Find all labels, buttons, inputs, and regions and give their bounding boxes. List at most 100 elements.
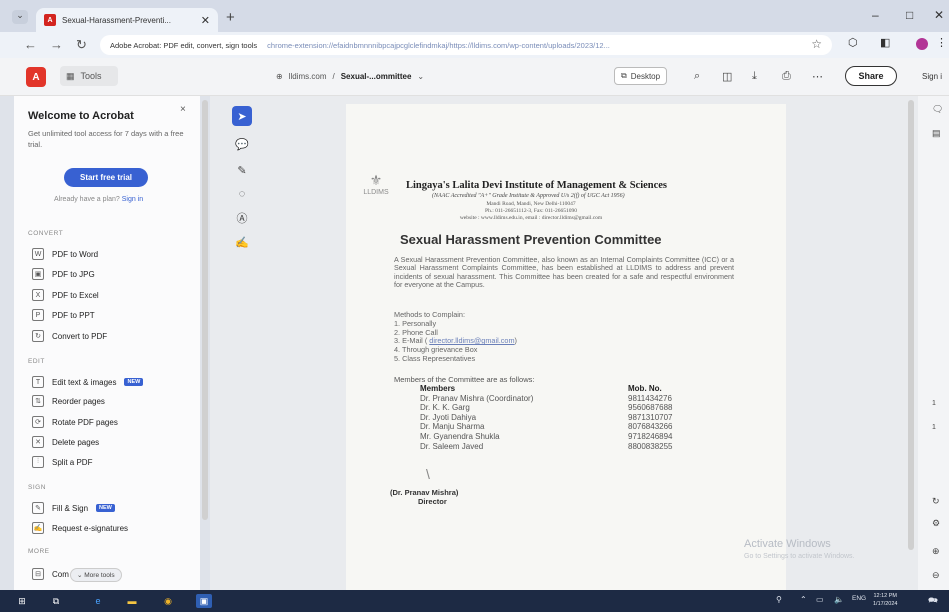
panel-close-icon[interactable]: × — [180, 104, 186, 115]
file-explorer-icon[interactable]: ▬ — [124, 594, 140, 608]
reload-button[interactable]: ↻ — [76, 37, 87, 53]
highlight-pen-icon[interactable]: ✎ — [232, 160, 252, 180]
forward-button[interactable]: → — [50, 37, 63, 52]
add-text-icon[interactable]: Ⓐ — [232, 208, 252, 228]
page-view-icon[interactable]: ◫ — [722, 70, 732, 83]
zoom-out-icon[interactable]: ⊖ — [932, 570, 940, 581]
fill-sign-icon[interactable]: ✍ — [232, 232, 252, 252]
tool-request-esignatures[interactable]: ✍ Request e-signatures — [32, 522, 128, 534]
select-cursor-icon[interactable]: ➤ — [232, 106, 252, 126]
tab-search-button[interactable]: ⌄ — [12, 10, 28, 24]
breadcrumb-site[interactable]: lldims.com — [289, 72, 327, 81]
refresh-icon[interactable]: ↻ — [932, 496, 940, 507]
quick-tools-bar: ➤ 💬 ✎ ◌ Ⓐ ✍ — [228, 102, 256, 252]
tool-compress[interactable]: ⊟ Com — [32, 568, 69, 580]
panel-scrollbar[interactable] — [202, 100, 208, 520]
tool-delete-pages[interactable]: ✕ Delete pages — [32, 436, 99, 448]
windows-taskbar: ⊞ ⧉ e ▬ ◉ ▣ ⚲ ⌃ ▭ 🔈 ENG 12:12 PM 1/17/20… — [0, 590, 949, 612]
sign-in-link[interactable]: Sign in — [122, 196, 143, 203]
zoom-in-icon[interactable]: ⊕ — [932, 546, 940, 557]
more-options-icon[interactable]: ⋯ — [812, 70, 823, 83]
page-current-number[interactable]: 1 — [932, 400, 936, 407]
tool-split-pdf[interactable]: ⫶ Split a PDF — [32, 456, 92, 468]
more-tools-button[interactable]: ⌄ More tools — [70, 568, 122, 582]
language-indicator[interactable]: ENG — [852, 595, 866, 602]
email-link[interactable]: director.lldims@gmail.com — [429, 336, 514, 345]
logo-text: LLDIMS — [363, 189, 389, 196]
members-table: Members Mob. No. Dr. Pranav Mishra (Coor… — [420, 384, 708, 451]
notifications-icon[interactable]: 🗪 — [928, 595, 938, 609]
tray-chevron-icon[interactable]: ⌃ — [800, 595, 807, 604]
tools-button[interactable]: ▦ Tools — [60, 66, 118, 86]
globe-icon: ⊕ — [276, 72, 283, 81]
more-tools-label: More tools — [84, 572, 115, 579]
browser-tab[interactable]: A Sexual-Harassment-Preventi... ✕ — [36, 8, 218, 32]
institute-address: Mandi Road, Mandi, New Delhi-110047 — [486, 201, 576, 207]
document-scrollbar[interactable] — [908, 100, 914, 550]
new-tab-button[interactable]: + — [226, 9, 235, 26]
maximize-button[interactable]: □ — [906, 8, 913, 22]
sign-in-link[interactable]: Sign i — [922, 72, 942, 81]
tool-reorder-pages[interactable]: ⇅ Reorder pages — [32, 395, 105, 407]
signature-block: (Dr. Pranav Mishra) Director — [390, 488, 458, 506]
extensions-icon[interactable]: ⬡ — [848, 36, 858, 49]
download-icon[interactable]: ⤓ — [752, 70, 757, 83]
comments-panel-icon[interactable]: 🗨 — [932, 104, 943, 115]
tool-rotate-pages[interactable]: ⟳ Rotate PDF pages — [32, 416, 118, 428]
volume-icon[interactable]: 🔈 — [834, 595, 844, 604]
edge-browser-icon[interactable]: e — [90, 594, 106, 608]
tool-pdf-to-excel[interactable]: X PDF to Excel — [32, 289, 99, 301]
thumbnails-panel-icon[interactable]: ▤ — [932, 128, 941, 139]
have-plan-text: Already have a plan? Sign in — [54, 196, 143, 203]
profile-avatar[interactable] — [916, 38, 928, 50]
people-icon[interactable]: ⚲ — [776, 595, 782, 604]
tab-close-icon[interactable]: ✕ — [201, 14, 210, 27]
tool-edit-text-images[interactable]: T Edit text & images NEW — [32, 376, 144, 388]
site-label: Adobe Acrobat: PDF edit, convert, sign t… — [110, 40, 258, 50]
search-icon[interactable]: ⌕ — [694, 70, 700, 83]
system-clock[interactable]: 12:12 PM 1/17/2024 — [873, 592, 897, 608]
breadcrumb-file[interactable]: Sexual-...ommittee — [341, 72, 412, 81]
have-plan-label: Already have a plan? — [54, 196, 120, 203]
tool-label: Com — [52, 569, 69, 579]
network-icon[interactable]: ▭ — [816, 595, 824, 604]
signer-role: Director — [418, 497, 447, 506]
table-header: Members Mob. No. — [420, 384, 708, 394]
page-settings-icon[interactable]: ⚙ — [932, 518, 940, 529]
open-in-desktop-button[interactable]: ⧉ Desktop — [614, 67, 668, 85]
tool-fill-sign[interactable]: ✎ Fill & Sign NEW — [32, 502, 115, 514]
table-row: Dr. Jyoti Dahiya 9871310707 — [420, 413, 708, 423]
delete-pages-icon: ✕ — [32, 436, 44, 448]
window-close-button[interactable]: ✕ — [934, 8, 944, 22]
sidebar-toggle-icon[interactable]: ◧ — [880, 36, 890, 49]
tool-pdf-to-ppt[interactable]: P PDF to PPT — [32, 309, 95, 321]
members-intro: Members of the Committee are as follows: — [394, 375, 535, 384]
start-free-trial-button[interactable]: Start free trial — [64, 168, 148, 187]
acrobat-logo-icon[interactable]: A — [26, 67, 46, 87]
browser-menu-icon[interactable]: ⋮ — [936, 36, 947, 49]
clock-date: 1/17/2024 — [873, 601, 898, 607]
minimize-button[interactable]: – — [872, 8, 879, 22]
bookmark-star-icon[interactable]: ☆ — [811, 37, 822, 51]
tool-label: PDF to PPT — [52, 310, 95, 320]
comment-icon[interactable]: 💬 — [232, 134, 252, 154]
address-bar[interactable]: Adobe Acrobat: PDF edit, convert, sign t… — [100, 35, 832, 55]
print-icon[interactable]: ⎙ — [782, 70, 791, 83]
browser-tab-strip: ⌄ A Sexual-Harassment-Preventi... ✕ + – … — [0, 0, 949, 32]
document-paragraph: A Sexual Harassment Prevention Committee… — [394, 255, 734, 290]
tool-pdf-to-jpg[interactable]: ▣ PDF to JPG — [32, 268, 95, 280]
draw-freehand-icon[interactable]: ◌ — [232, 184, 252, 204]
tool-pdf-to-word[interactable]: W PDF to Word — [32, 248, 98, 260]
tool-convert-to-pdf[interactable]: ↻ Convert to PDF — [32, 330, 107, 342]
pdf-to-word-icon: W — [32, 248, 44, 260]
chrome-browser-icon[interactable]: ◉ — [160, 594, 176, 608]
chevron-down-icon[interactable]: ⌄ — [417, 72, 424, 81]
share-button[interactable]: Share — [845, 66, 897, 86]
back-button[interactable]: ← — [24, 37, 37, 52]
windows-start-icon[interactable]: ⊞ — [14, 594, 30, 608]
task-view-icon[interactable]: ⧉ — [48, 594, 64, 608]
welcome-panel: × Welcome to Acrobat Get unlimited tool … — [14, 96, 200, 590]
pinned-app-icon[interactable]: ▣ — [196, 594, 212, 608]
signer-name: (Dr. Pranav Mishra) — [390, 488, 459, 497]
institute-website: website : www.lldims.edu.in, email : dir… — [459, 215, 603, 221]
